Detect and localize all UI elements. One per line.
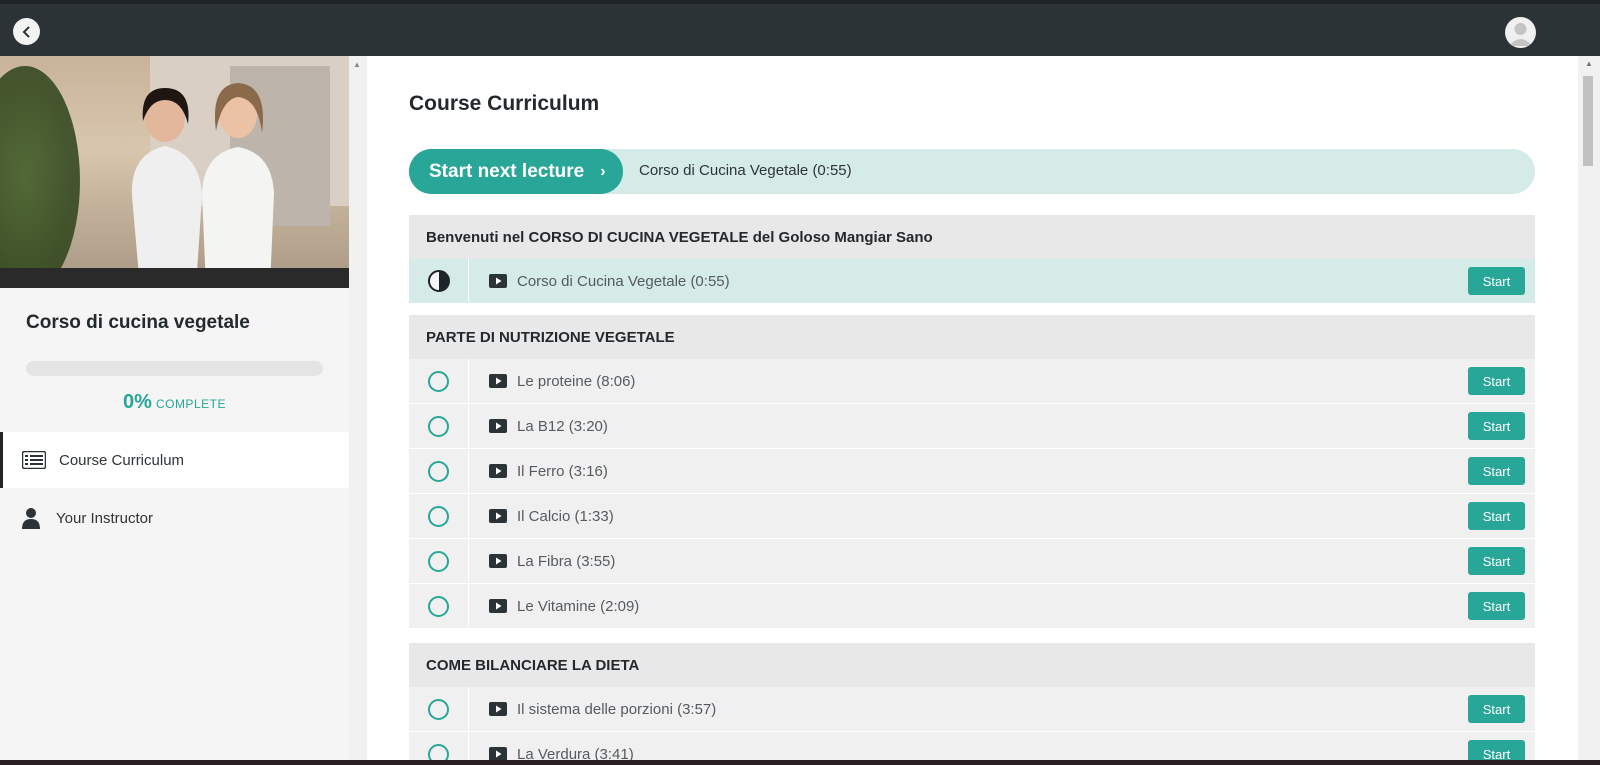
user-icon <box>18 507 44 529</box>
sidebar-item-your-instructor[interactable]: Your Instructor <box>0 490 349 546</box>
lecture-row[interactable]: Il Ferro (3:16) Start <box>409 449 1535 493</box>
lecture-row[interactable]: Il sistema delle porzioni (3:57) Start <box>409 687 1535 731</box>
chevron-right-icon: › <box>600 162 606 180</box>
curriculum-panel: Course Curriculum Start next lecture › C… <box>367 56 1578 765</box>
course-hero-image <box>0 56 349 288</box>
lecture-status <box>409 404 469 448</box>
page-title: Course Curriculum <box>409 92 600 115</box>
progress-complete-label: COMPLETE <box>155 397 226 411</box>
sidebar-item-label: Course Curriculum <box>59 451 185 469</box>
lecture-status <box>409 259 469 303</box>
top-navigation-bar <box>0 4 1600 56</box>
curriculum-list-icon <box>21 449 47 471</box>
start-lecture-button[interactable]: Start <box>1468 267 1525 295</box>
main-scrollbar[interactable]: ▲ <box>1578 56 1600 765</box>
lecture-title: Il Ferro (3:16) <box>517 462 608 480</box>
section-header: PARTE DI NUTRIZIONE VEGETALE <box>409 315 1535 359</box>
lecture-row[interactable]: Le Vitamine (2:09) Start <box>409 584 1535 628</box>
lecture-status <box>409 584 469 628</box>
start-lecture-button[interactable]: Start <box>1468 547 1525 575</box>
play-video-icon <box>489 509 507 523</box>
sidebar-item-course-curriculum[interactable]: Course Curriculum <box>0 432 349 488</box>
panel-divider <box>349 56 367 765</box>
start-lecture-button[interactable]: Start <box>1468 412 1525 440</box>
lecture-row[interactable]: Le proteine (8:06) Start <box>409 359 1535 403</box>
progress-percent-value: 0% <box>123 391 152 413</box>
scroll-up-icon[interactable]: ▲ <box>1585 59 1593 68</box>
empty-circle-icon <box>428 595 449 617</box>
empty-circle-icon <box>428 370 449 392</box>
lecture-title: Il Calcio (1:33) <box>517 507 614 525</box>
user-avatar[interactable] <box>1505 17 1536 48</box>
lecture-row[interactable]: Il Calcio (1:33) Start <box>409 494 1535 538</box>
next-lecture-title: Corso di Cucina Vegetale (0:55) <box>639 162 852 179</box>
empty-circle-icon <box>428 460 449 482</box>
start-next-lecture-label: Start next lecture <box>429 160 585 182</box>
lecture-status <box>409 494 469 538</box>
lecture-status <box>409 449 469 493</box>
course-sidebar: Corso di cucina vegetale 0% COMPLETE Cour… <box>0 56 349 765</box>
play-video-icon <box>489 374 507 388</box>
course-progress-bar <box>26 361 323 376</box>
half-circle-progress-icon <box>427 270 450 292</box>
lecture-title: Le proteine (8:06) <box>517 372 636 390</box>
section-header: Benvenuti nel CORSO DI CUCINA VEGETALE d… <box>409 215 1535 259</box>
section-header: COME BILANCIARE LA DIETA <box>409 643 1535 687</box>
lecture-title: La Fibra (3:55) <box>517 552 616 570</box>
play-video-icon <box>489 419 507 433</box>
course-title: Corso di cucina vegetale <box>26 312 250 333</box>
play-video-icon <box>489 599 507 613</box>
start-lecture-button[interactable]: Start <box>1468 367 1525 395</box>
start-next-lecture-button[interactable]: Start next lecture › <box>409 149 623 194</box>
progress-percentage: 0% COMPLETE <box>0 391 349 414</box>
start-lecture-button[interactable]: Start <box>1468 695 1525 723</box>
empty-circle-icon <box>428 505 449 527</box>
play-video-icon <box>489 554 507 568</box>
empty-circle-icon <box>428 698 449 720</box>
lecture-status <box>409 539 469 583</box>
play-video-icon <box>489 747 507 761</box>
lecture-row[interactable]: La Fibra (3:55) Start <box>409 539 1535 583</box>
start-lecture-button[interactable]: Start <box>1468 457 1525 485</box>
lecture-title: Le Vitamine (2:09) <box>517 597 640 615</box>
chevron-left-icon <box>22 25 30 38</box>
avatar-person-icon <box>1509 23 1532 46</box>
lecture-title: La B12 (3:20) <box>517 417 608 435</box>
window-bottom-edge <box>0 760 1600 765</box>
lecture-status <box>409 359 469 403</box>
play-video-icon <box>489 464 507 478</box>
lecture-title: Il sistema delle porzioni (3:57) <box>517 700 717 718</box>
empty-circle-icon <box>428 550 449 572</box>
play-video-icon <box>489 702 507 716</box>
lecture-status <box>409 687 469 731</box>
sidebar-item-label: Your Instructor <box>56 509 153 527</box>
lecture-title: Corso di Cucina Vegetale (0:55) <box>517 272 730 290</box>
empty-circle-icon <box>428 415 449 437</box>
back-button[interactable] <box>13 18 40 45</box>
lecture-row[interactable]: Corso di Cucina Vegetale (0:55) Start <box>409 259 1535 303</box>
next-lecture-bar: Start next lecture › Corso di Cucina Veg… <box>409 149 1535 194</box>
lecture-row[interactable]: La B12 (3:20) Start <box>409 404 1535 448</box>
start-lecture-button[interactable]: Start <box>1468 592 1525 620</box>
start-lecture-button[interactable]: Start <box>1468 502 1525 530</box>
scrollbar-thumb[interactable] <box>1583 76 1593 166</box>
sidebar-scroll-up-icon[interactable]: ▲ <box>353 60 361 69</box>
play-video-icon <box>489 274 507 288</box>
